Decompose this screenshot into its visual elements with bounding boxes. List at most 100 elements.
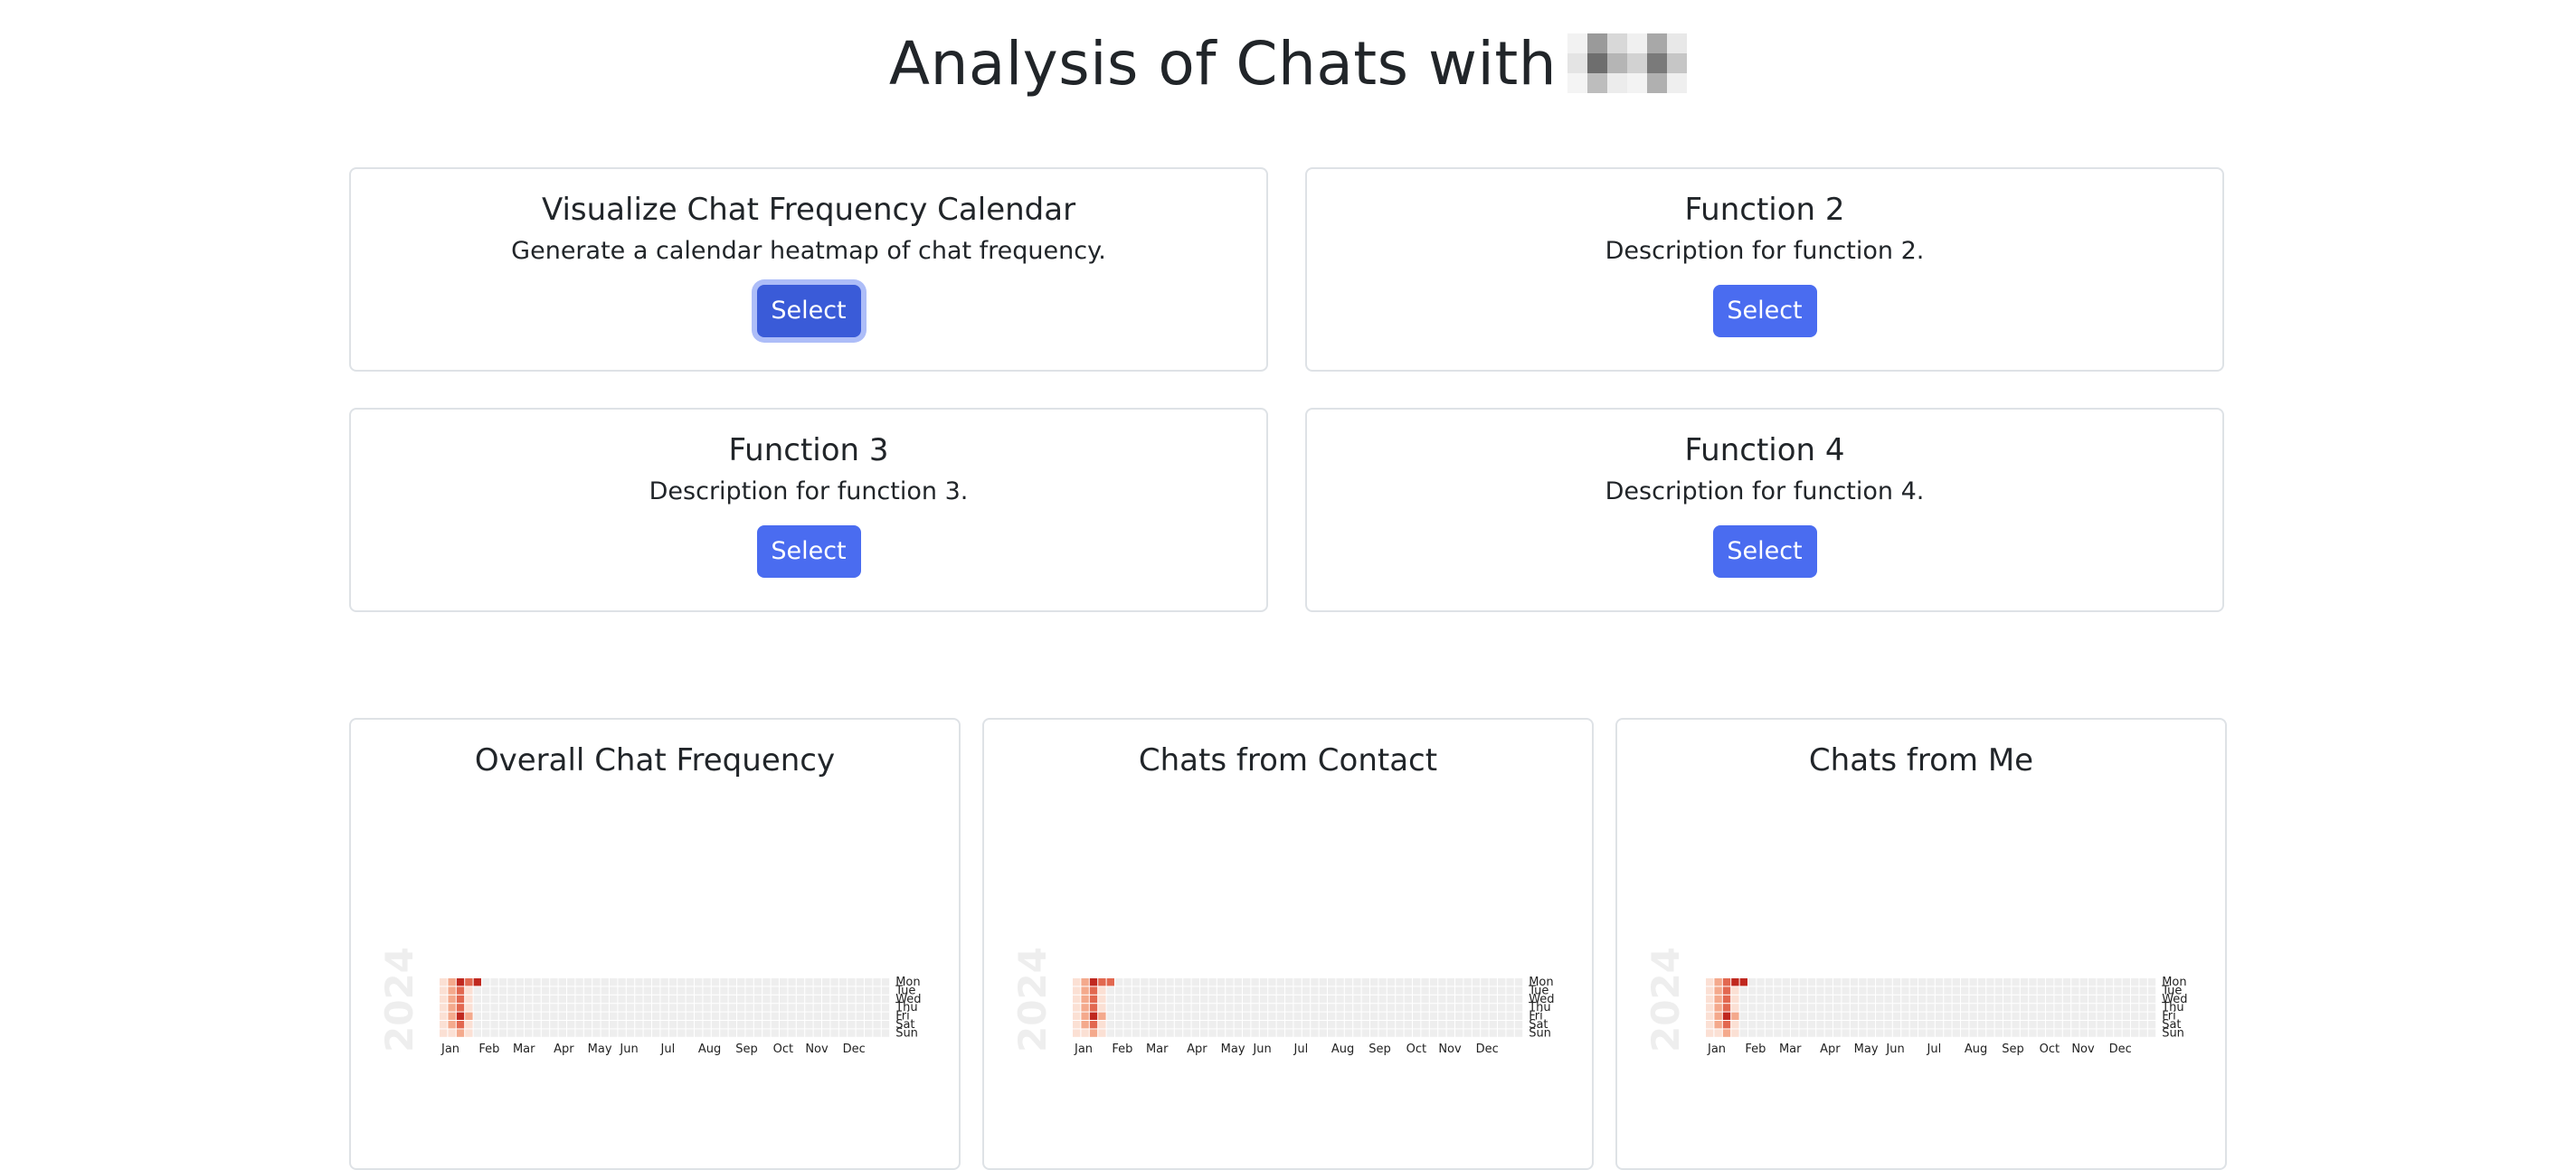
heatmap-cell	[2122, 1021, 2130, 1029]
heatmap-cell	[1799, 1004, 1807, 1012]
heatmap-cell	[440, 1004, 448, 1012]
heatmap-cell	[1285, 978, 1293, 986]
heatmap-cell	[1361, 1012, 1369, 1020]
heatmap-cell	[1944, 1004, 1952, 1012]
heatmap-cell	[2088, 1004, 2097, 1012]
heatmap-cell	[2020, 1021, 2029, 1029]
heatmap-cell	[1251, 1012, 1259, 1020]
heatmap-cell	[1859, 1021, 1867, 1029]
heatmap-cell	[465, 1012, 473, 1020]
select-button-function-3[interactable]: Select	[756, 525, 861, 578]
heatmap-cell	[2105, 1012, 2114, 1020]
heatmap-cell	[1706, 1021, 1714, 1029]
heatmap-cell	[1413, 1012, 1421, 1020]
heatmap-cell	[2062, 1021, 2071, 1029]
heatmap-cell	[1842, 995, 1850, 1004]
heatmap-cell	[507, 1021, 516, 1029]
page-title-text: Analysis of Chats with	[888, 28, 1558, 99]
heatmap-cell	[771, 1029, 779, 1037]
heatmap-cell	[1243, 1021, 1251, 1029]
select-button-calendar[interactable]: Select	[756, 285, 861, 337]
heatmap-cell	[2097, 978, 2105, 986]
heatmap-cell	[1739, 1004, 1747, 1012]
heatmap-cell	[1268, 1004, 1276, 1012]
heatmap-cell	[1739, 978, 1747, 986]
heatmap-cell	[567, 1004, 575, 1012]
heatmap-cell	[610, 1004, 618, 1012]
month-label: Oct	[1406, 1043, 1426, 1056]
heatmap-cell	[1311, 1021, 1319, 1029]
heatmap-cell	[1259, 1021, 1268, 1029]
heatmap-cell	[1455, 986, 1463, 995]
heatmap-cell	[745, 1012, 753, 1020]
heatmap-cell	[660, 1029, 668, 1037]
heatmap-cell	[2062, 1012, 2071, 1020]
heatmap-cell	[525, 978, 533, 986]
heatmap-cell	[1824, 1004, 1833, 1012]
heatmap-cell	[1285, 1029, 1293, 1037]
heatmap-cell	[490, 1021, 498, 1029]
heatmap-cell	[695, 1004, 703, 1012]
heatmap-cell	[813, 978, 821, 986]
heatmap-cell	[771, 978, 779, 986]
heatmap-cell	[1132, 1004, 1141, 1012]
heatmap-cell	[1952, 1004, 1960, 1012]
select-button-function-2[interactable]: Select	[1712, 285, 1817, 337]
heatmap-cell	[1918, 1021, 1927, 1029]
heatmap-cell	[1807, 1029, 1816, 1037]
heatmap-cell	[1722, 995, 1731, 1004]
heatmap-cell	[1396, 1012, 1404, 1020]
heatmap-cell	[1344, 1004, 1353, 1012]
heatmap-cell	[2012, 978, 2020, 986]
select-button-function-4[interactable]: Select	[1712, 525, 1817, 578]
heatmap-cell	[490, 1004, 498, 1012]
heatmap-cell	[873, 1021, 881, 1029]
heatmap-cell	[490, 1029, 498, 1037]
heatmap-cell	[1234, 995, 1242, 1004]
heatmap-cell	[1757, 978, 1765, 986]
heatmap-cell	[626, 978, 635, 986]
heatmap-cell	[1123, 986, 1132, 995]
heatmap-cell	[1200, 1012, 1208, 1020]
heatmap-cell	[482, 1004, 490, 1012]
heatmap-cell	[1404, 1012, 1412, 1020]
heatmap-cell	[1073, 1012, 1081, 1020]
heatmap-cell	[1782, 1004, 1790, 1012]
heatmap-cell	[2054, 995, 2062, 1004]
heatmap-cell	[780, 1012, 788, 1020]
heatmap-cell	[1918, 1004, 1927, 1012]
heatmap-cell	[1884, 1012, 1892, 1020]
heatmap-cell	[720, 986, 728, 995]
heatmap-cell	[805, 1021, 813, 1029]
heatmap-cell	[1421, 1029, 1429, 1037]
heatmap-cell	[2105, 1021, 2114, 1029]
heatmap-cell	[1489, 1004, 1497, 1012]
heatmap-cell	[1328, 986, 1336, 995]
heatmap-cell	[1799, 978, 1807, 986]
heatmap-cell	[1481, 1021, 1489, 1029]
heatmap-cell	[1994, 978, 2003, 986]
heatmap-cell	[490, 1012, 498, 1020]
heatmap-cell	[1799, 1029, 1807, 1037]
heatmap-cell	[448, 1004, 456, 1012]
heatmap-cell	[1884, 1021, 1892, 1029]
heatmap-cell	[652, 1004, 660, 1012]
year-label: 2024	[1010, 947, 1055, 1052]
heatmap-cell	[1739, 1012, 1747, 1020]
heatmap-cell	[1123, 1004, 1132, 1012]
heatmap-cell	[1892, 986, 1901, 995]
heatmap-cell	[677, 1012, 686, 1020]
heatmap-cell	[1081, 1021, 1089, 1029]
heatmap-cell	[1994, 986, 2003, 995]
heatmap-cell	[1132, 1012, 1141, 1020]
heatmap-cell	[2147, 995, 2156, 1004]
heatmap-cell	[618, 978, 626, 986]
heatmap-cell	[830, 986, 838, 995]
heatmap-cell	[1757, 1004, 1765, 1012]
heatmap-cell	[1336, 1012, 1344, 1020]
heatmap-cell	[643, 1012, 651, 1020]
heatmap-cell	[711, 978, 720, 986]
heatmap-cell	[592, 1021, 601, 1029]
heatmap-cell	[558, 978, 566, 986]
heatmap-cell	[2054, 978, 2062, 986]
